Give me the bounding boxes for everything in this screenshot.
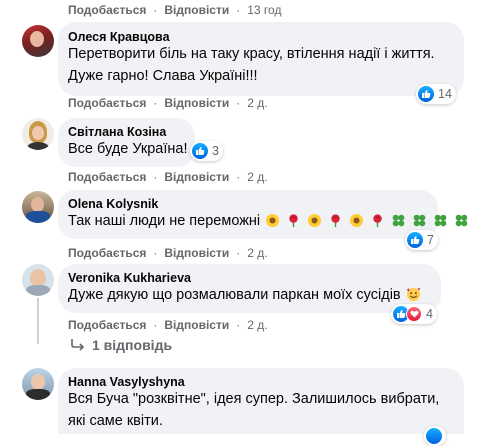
like-link[interactable]: Подобається [68,170,146,184]
separator: · [236,318,241,332]
reply-link[interactable]: Відповісти [164,246,229,260]
comment-text-line: які саме квіти. [68,413,163,429]
comment-text: Так наші люди не переможні [68,213,261,229]
clover-icon [414,214,426,227]
reactions-count[interactable]: 4 [391,304,437,324]
rose-icon [331,214,340,228]
comment-actions: Подобається · Відповісти · 2 д. [68,246,268,260]
reactions-count[interactable] [424,426,446,446]
avatar[interactable] [22,118,54,150]
smiling-face-with-hearts-icon [406,287,420,302]
reactions-count[interactable]: 7 [405,230,438,250]
separator: · [236,96,241,110]
comment-author[interactable]: Світлана Козіна [68,125,166,139]
timestamp[interactable]: 2 д. [247,318,267,332]
rose-icon [289,214,298,228]
avatar[interactable] [22,264,54,296]
rose-icon [373,214,383,228]
sunflower-icon [266,213,280,228]
clover-icon [435,214,447,227]
comment-text-line: Дуже дякую що розмалювали паркан моїх су… [68,284,422,306]
comment-text-line: Все буде Україна! [68,141,188,157]
reply-link[interactable]: Відповісти [164,96,229,110]
comment-author[interactable]: Olena Kolysnik [68,197,158,211]
separator: · [153,318,158,332]
like-link[interactable]: Подобається [68,318,146,332]
separator: · [153,170,158,184]
separator: · [236,246,241,260]
like-link[interactable]: Подобається [68,96,146,110]
reply-link[interactable]: Відповісти [164,3,229,17]
comment-actions: Подобається · Відповісти · 13 год [68,3,281,17]
sunflower-icon [308,213,322,228]
comment-text-line: Дуже гарно! Слава Україні!!! [68,68,258,84]
comment-text: Дуже дякую що розмалювали паркан моїх су… [68,287,401,303]
like-link[interactable]: Подобається [68,246,146,260]
separator: · [153,3,158,17]
comment-author[interactable]: Veronika Kukharieva [68,271,191,285]
like-icon [407,232,423,248]
view-replies-link[interactable]: 1 відповідь [70,337,172,353]
clover-icon [393,214,405,227]
reply-arrow-icon [71,339,85,351]
comment-actions: Подобається · Відповісти · 2 д. [68,318,268,332]
like-icon [426,428,442,444]
view-replies-label: 1 відповідь [92,337,173,353]
separator: · [153,246,158,260]
comment-actions: Подобається · Відповісти · 2 д. [68,170,268,184]
reaction-count: 3 [212,144,219,158]
reaction-count: 4 [426,307,433,321]
like-icon [418,86,434,102]
reaction-count: 7 [427,233,434,247]
comment-author[interactable]: Hanna Vasylyshyna [68,375,185,389]
comment-text-line: Вся Буча "розквітне", ідея супер. Залиши… [68,391,440,407]
timestamp[interactable]: 2 д. [247,170,267,184]
reply-link[interactable]: Відповісти [164,318,229,332]
comment-text-line: Так наші люди не переможні [68,210,470,232]
comment-actions: Подобається · Відповісти · 2 д. [68,96,268,110]
like-link[interactable]: Подобається [68,3,146,17]
thread-line [37,298,39,344]
reaction-count: 14 [438,87,452,101]
reply-link[interactable]: Відповісти [164,170,229,184]
avatar[interactable] [22,191,54,223]
separator: · [236,170,241,184]
comment-text-line: Перетворити біль на таку красу, втілення… [68,46,435,62]
avatar[interactable] [22,25,54,57]
reactions-count[interactable]: 3 [190,141,223,161]
timestamp[interactable]: 13 год [247,3,281,17]
timestamp[interactable]: 2 д. [247,96,267,110]
separator: · [153,96,158,110]
avatar[interactable] [22,368,54,400]
reactions-count[interactable]: 14 [416,84,456,104]
love-icon [406,306,422,322]
separator: · [236,3,241,17]
sunflower-icon [350,213,364,228]
like-icon [192,143,208,159]
clover-icon [456,214,468,227]
timestamp[interactable]: 2 д. [247,246,267,260]
comment-author[interactable]: Олеся Кравцова [68,30,170,44]
